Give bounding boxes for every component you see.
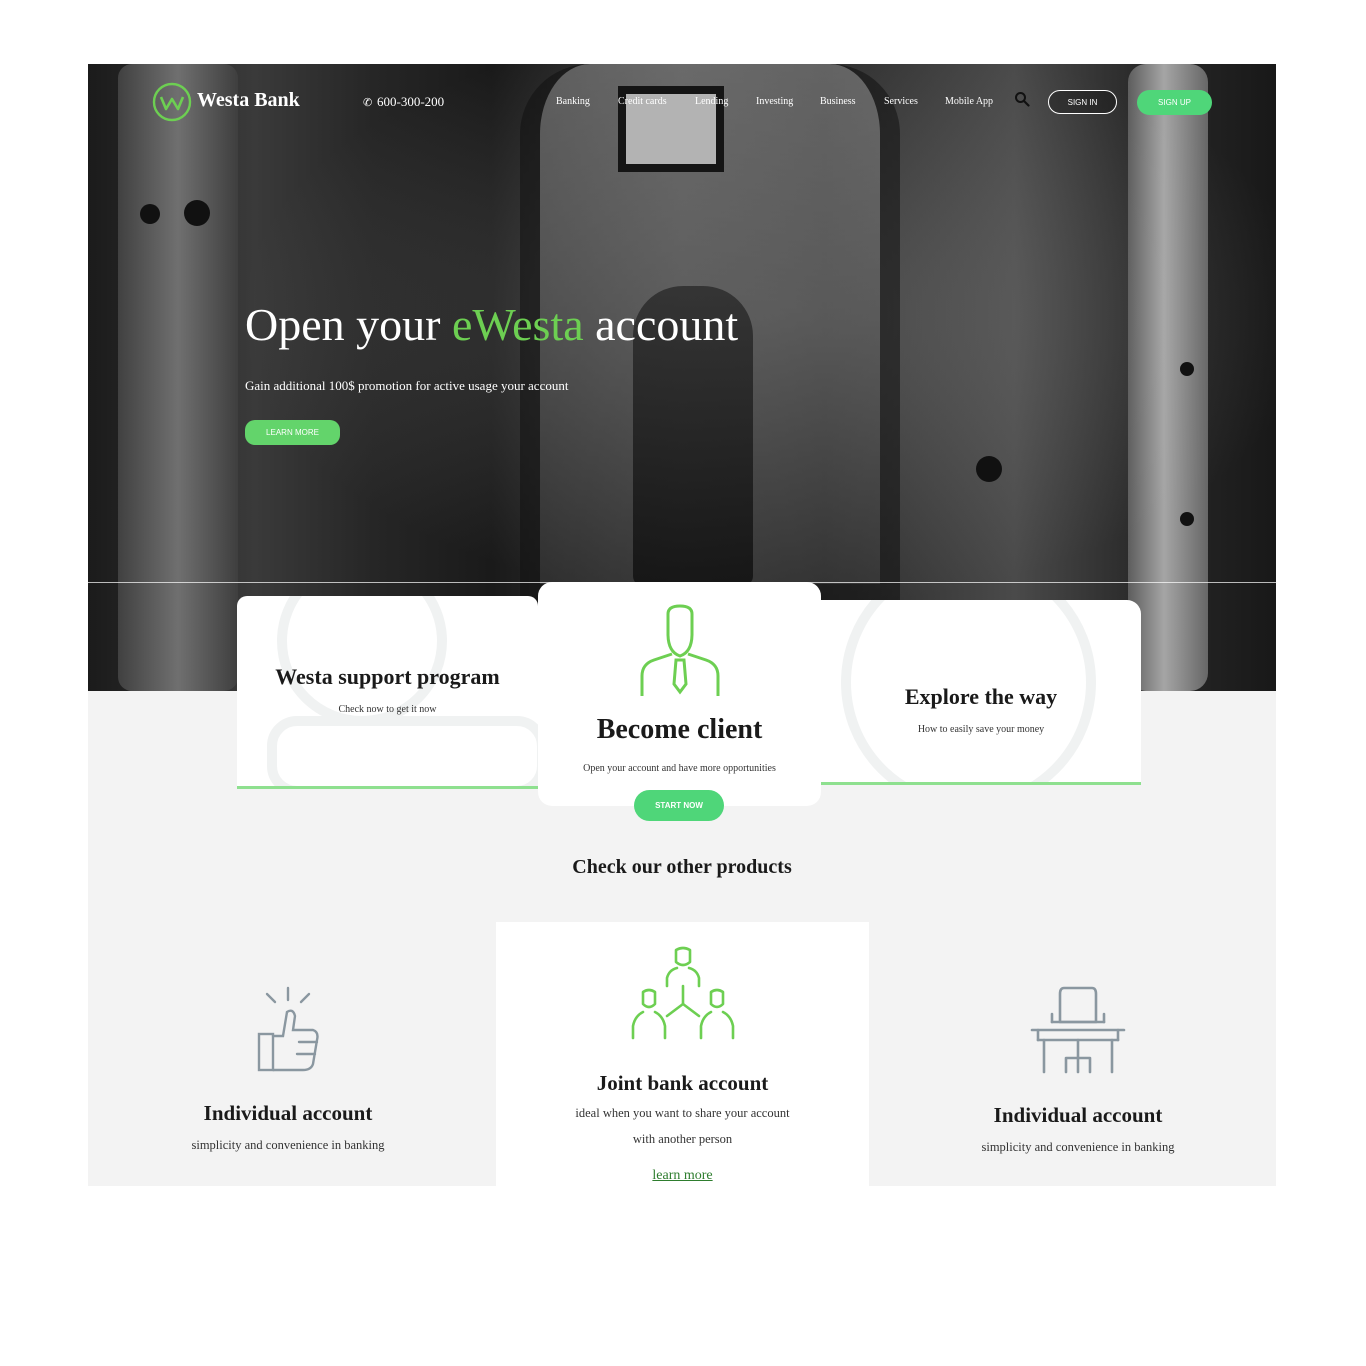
hero-bg-detail bbox=[1180, 362, 1194, 376]
search-icon[interactable] bbox=[1014, 91, 1030, 107]
brand-name[interactable]: Westa Bank bbox=[197, 89, 300, 112]
sign-up-button[interactable]: SIGN UP bbox=[1137, 90, 1212, 115]
sign-in-button[interactable]: SIGN IN bbox=[1048, 90, 1117, 114]
product-individual-account-2[interactable]: Individual account simplicity and conven… bbox=[943, 984, 1213, 1160]
phone-icon: ✆ bbox=[363, 97, 373, 109]
card-accent-bar bbox=[821, 782, 1141, 785]
hero-title-post: account bbox=[583, 299, 739, 350]
nav-business[interactable]: Business bbox=[820, 96, 856, 107]
person-tie-icon bbox=[640, 604, 720, 696]
learn-more-link-row: learn more bbox=[496, 1166, 869, 1184]
feature-desc: How to easily save your money bbox=[917, 724, 1045, 735]
nav-mobile-app[interactable]: Mobile App bbox=[945, 96, 993, 107]
hero-bg-pillar bbox=[1128, 64, 1208, 691]
page: Westa Bank ✆ 600-300-200 Banking Credit c… bbox=[88, 64, 1276, 1186]
start-now-button[interactable]: START NOW bbox=[634, 790, 724, 821]
product-desc: ideal when you want to share your accoun… bbox=[575, 1106, 790, 1120]
learn-more-button[interactable]: LEARN MORE bbox=[245, 420, 340, 445]
product-title: Joint bank account bbox=[596, 1071, 769, 1095]
product-desc: with another person bbox=[632, 1132, 733, 1146]
feature-desc: Check now to get it now bbox=[338, 704, 437, 715]
feature-card-explore[interactable]: Explore the way How to easily save your … bbox=[821, 600, 1141, 785]
feature-title: Become client bbox=[596, 714, 763, 745]
feature-card-support[interactable]: Westa support program Check now to get i… bbox=[237, 596, 538, 789]
hand-watermark-icon bbox=[267, 716, 538, 789]
product-title: Individual account bbox=[203, 1101, 373, 1125]
hero-subtitle: Gain additional 100$ promotion for activ… bbox=[245, 378, 569, 393]
group-network-icon bbox=[631, 946, 734, 1040]
products-heading: Check our other products bbox=[572, 856, 792, 878]
nav-investing[interactable]: Investing bbox=[756, 96, 793, 107]
product-desc: simplicity and convenience in banking bbox=[981, 1140, 1175, 1154]
nav-banking[interactable]: Banking bbox=[556, 96, 590, 107]
hero-bg-pillar bbox=[118, 64, 238, 691]
feature-title: Explore the way bbox=[904, 684, 1058, 709]
nav-lending[interactable]: Lending bbox=[695, 96, 728, 107]
card-accent-bar bbox=[237, 786, 538, 789]
thumbs-up-icon bbox=[257, 986, 319, 1072]
hero-bg-detail bbox=[140, 204, 160, 224]
learn-more-link[interactable]: learn more bbox=[652, 1168, 712, 1183]
feature-card-become-client[interactable]: Become client Open your account and have… bbox=[538, 582, 821, 806]
hero-title-pre: Open your bbox=[245, 299, 452, 350]
nav-services[interactable]: Services bbox=[884, 96, 918, 107]
hero-title: Open your eWesta account bbox=[245, 298, 738, 351]
nav-credit-cards[interactable]: Credit cards bbox=[618, 96, 667, 107]
hero-title-accent: eWesta bbox=[451, 299, 584, 350]
phone-text: 600-300-200 bbox=[377, 94, 445, 109]
w-circle-logo-icon[interactable] bbox=[152, 82, 192, 122]
feature-title: Westa support program bbox=[275, 664, 500, 689]
product-individual-account[interactable]: Individual account simplicity and conven… bbox=[153, 984, 423, 1158]
desk-chair-icon bbox=[1030, 986, 1126, 1074]
product-desc: simplicity and convenience in banking bbox=[191, 1138, 385, 1152]
hero-bg-detail bbox=[184, 200, 210, 226]
feature-desc: Open your account and have more opportun… bbox=[583, 763, 776, 774]
product-joint-bank-account[interactable]: Joint bank account ideal when you want t… bbox=[496, 946, 869, 1184]
product-title: Individual account bbox=[993, 1103, 1163, 1127]
phone-number: ✆ 600-300-200 bbox=[363, 94, 444, 110]
hero-bg-detail bbox=[1180, 512, 1194, 526]
hero-bg-detail bbox=[976, 456, 1002, 482]
